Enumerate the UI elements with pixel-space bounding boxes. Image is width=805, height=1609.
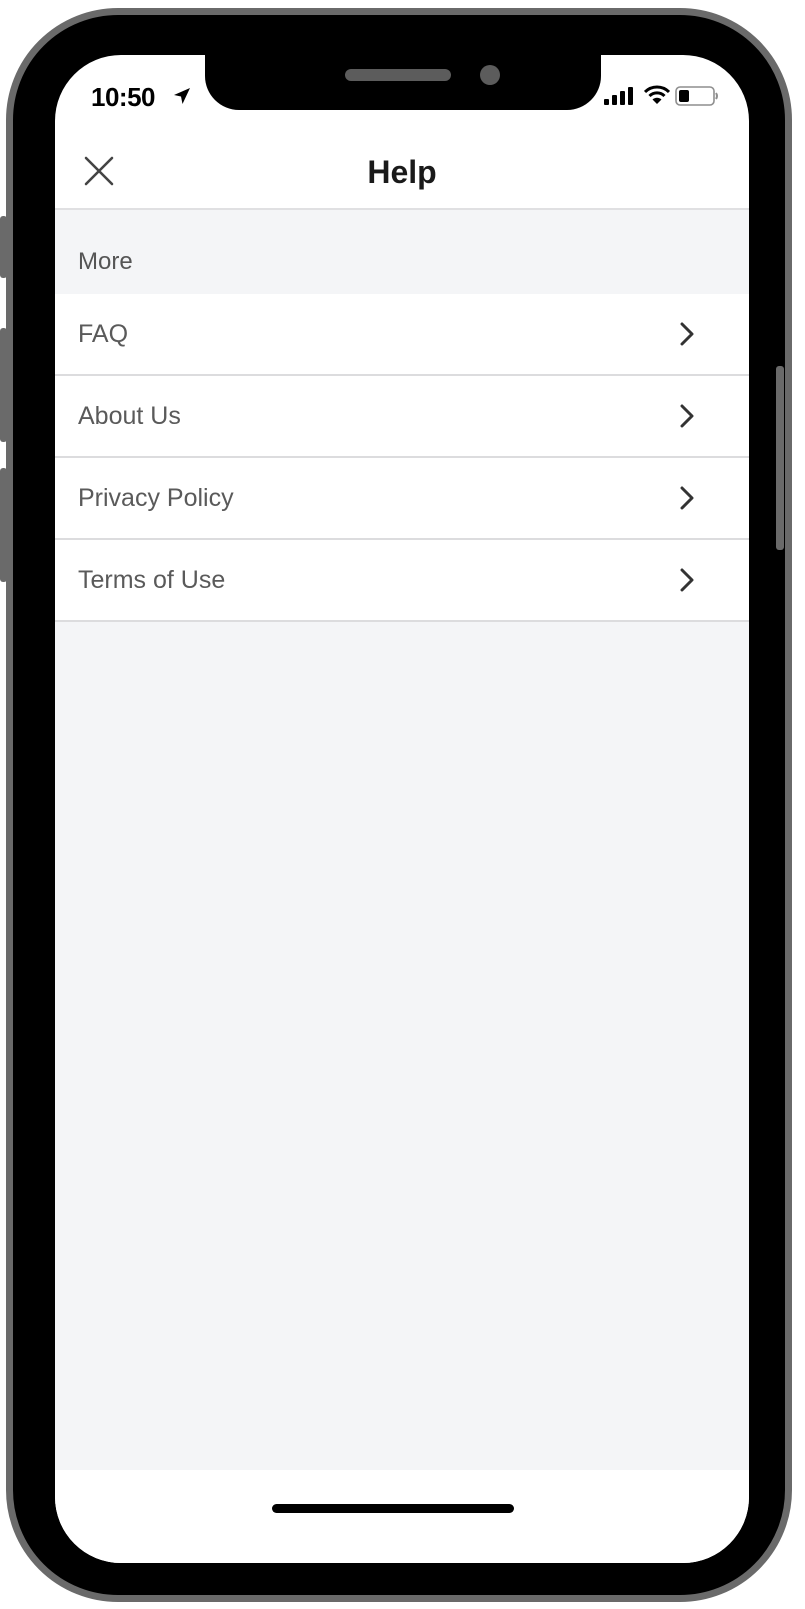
section-header: More <box>55 210 749 294</box>
help-menu-list: FAQ About Us Privacy Policy Terms of Use <box>55 294 749 622</box>
side-button-volume-up <box>0 328 7 442</box>
wifi-icon <box>643 85 671 110</box>
menu-item-faq[interactable]: FAQ <box>55 294 749 376</box>
home-indicator-area <box>55 1470 749 1563</box>
chevron-right-icon <box>679 568 695 597</box>
menu-item-label: Privacy Policy <box>78 484 234 512</box>
speaker-grille <box>345 69 451 81</box>
side-button-power <box>776 366 784 550</box>
navigation-bar: Help <box>55 137 749 210</box>
chevron-right-icon <box>679 404 695 433</box>
signal-icon <box>604 87 636 110</box>
camera-notch <box>205 55 601 110</box>
chevron-right-icon <box>679 322 695 351</box>
menu-item-label: FAQ <box>78 320 129 348</box>
close-button[interactable] <box>79 151 119 191</box>
battery-icon <box>675 86 719 111</box>
status-time: 10:50 <box>91 82 156 112</box>
side-button-volume-down <box>0 468 7 582</box>
help-content: More FAQ About Us Privacy Policy Terms o… <box>55 210 749 1470</box>
menu-item-terms-of-use[interactable]: Terms of Use <box>55 540 749 622</box>
menu-item-about-us[interactable]: About Us <box>55 376 749 458</box>
close-icon <box>84 156 114 186</box>
menu-item-privacy-policy[interactable]: Privacy Policy <box>55 458 749 540</box>
section-header-label: More <box>78 248 133 275</box>
menu-item-label: About Us <box>78 402 181 430</box>
front-camera <box>480 65 500 85</box>
side-button-silent <box>0 216 7 278</box>
location-arrow-icon <box>173 87 191 110</box>
chevron-right-icon <box>679 486 695 515</box>
home-indicator[interactable] <box>272 1504 514 1513</box>
menu-item-label: Terms of Use <box>78 566 226 594</box>
phone-screen: 10:50 Help More FAQ About Us Privacy Pol… <box>55 55 749 1563</box>
page-title: Help <box>367 154 437 190</box>
